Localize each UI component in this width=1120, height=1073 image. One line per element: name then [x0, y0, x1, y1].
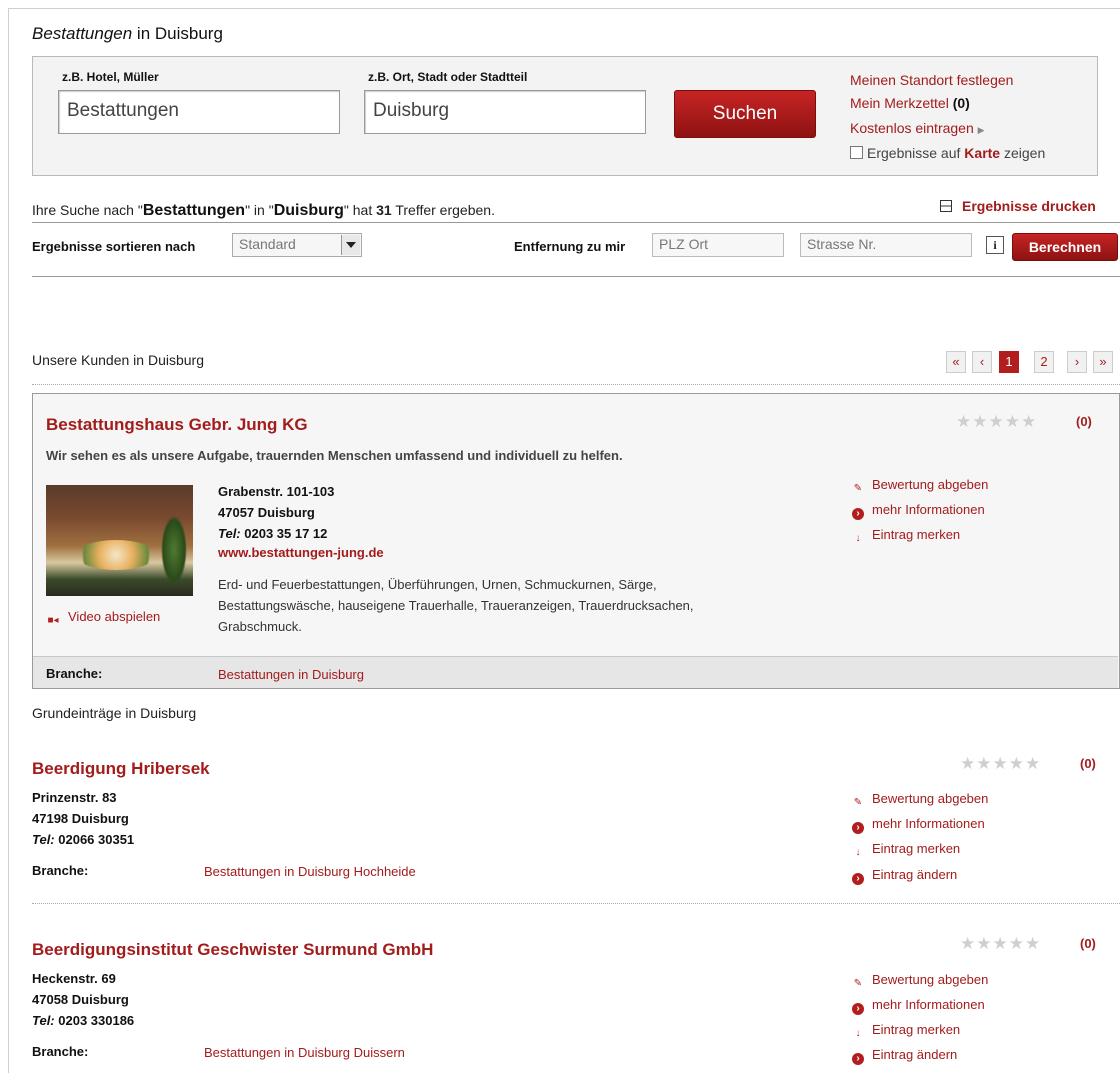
results-summary: Ihre Suche nach "Bestattungen" in "Duisb…	[32, 202, 495, 219]
page-next-button[interactable]: ›	[1067, 351, 1087, 373]
video-camera-icon: ■◂	[47, 615, 59, 626]
entry-name[interactable]: Beerdigungsinstitut Geschwister Surmund …	[32, 940, 433, 960]
featured-name[interactable]: Bestattungshaus Gebr. Jung KG	[46, 415, 308, 435]
featured-branche-bar	[33, 656, 1118, 688]
featured-address: Grabenstr. 101-103 47057 Duisburg Tel: 0…	[218, 484, 335, 541]
plz-input[interactable]: PLZ Ort	[652, 233, 784, 257]
branche-label: Branche:	[46, 666, 103, 681]
mehr-info-link[interactable]: › mehr Informationen	[852, 997, 985, 1015]
rating-count: (0)	[1080, 936, 1096, 951]
arrow-right-icon: ›	[852, 1053, 864, 1065]
where-label: z.B. Ort, Stadt oder Stadtteil	[368, 70, 528, 84]
merken-link[interactable]: ↓ Eintrag merken	[852, 1022, 961, 1040]
rating-count: (0)	[1080, 756, 1096, 771]
aendern-link[interactable]: › Eintrag ändern	[852, 1047, 957, 1065]
mehr-info-link[interactable]: › mehr Informationen	[852, 816, 985, 834]
arrow-right-icon: ›	[852, 873, 864, 885]
section-kunden: Unsere Kunden in Duisburg	[32, 352, 204, 368]
merken-link[interactable]: ↓ Eintrag merken	[852, 841, 961, 859]
bewertung-link[interactable]: ✎ Bewertung abgeben	[852, 791, 989, 809]
divider	[32, 222, 1120, 223]
page-prev-button[interactable]: ‹	[972, 351, 992, 373]
entry-address: Prinzenstr. 83 47198 Duisburg Tel: 02066…	[32, 790, 135, 847]
page-2-button[interactable]: 2	[1034, 351, 1054, 373]
print-link[interactable]: Ergebnisse drucken	[940, 198, 1096, 214]
arrow-right-icon: ›	[852, 822, 864, 834]
page-1-button[interactable]: 1	[999, 351, 1019, 373]
branche-link[interactable]: Bestattungen in Duisburg Hochheide	[204, 864, 416, 879]
pin-icon: ↓	[855, 1028, 861, 1039]
where-input[interactable]: Duisburg	[364, 90, 646, 134]
aendern-link[interactable]: › Eintrag ändern	[852, 867, 957, 885]
pin-icon: ↓	[855, 533, 861, 544]
chevron-down-icon[interactable]	[341, 235, 360, 255]
karte-toggle[interactable]: Ergebnisse auf Karte zeigen	[850, 145, 1045, 161]
entry-address: Heckenstr. 69 47058 Duisburg Tel: 0203 3…	[32, 971, 135, 1028]
edit-icon: ✎	[853, 483, 863, 494]
standort-link[interactable]: Meinen Standort festlegen	[850, 72, 1013, 88]
divider	[32, 276, 1120, 277]
distance-label: Entfernung zu mir	[514, 239, 626, 254]
branche-label: Branche:	[32, 863, 89, 878]
search-button[interactable]: Suchen	[674, 90, 816, 138]
merken-link[interactable]: ↓ Eintrag merken	[852, 527, 961, 545]
merkzettel-count: (0)	[952, 95, 970, 111]
branche-label: Branche:	[32, 1044, 89, 1059]
page-last-button[interactable]: »	[1093, 351, 1113, 373]
entry-name[interactable]: Beerdigung Hribersek	[32, 759, 210, 779]
printer-icon	[940, 200, 952, 212]
triangle-right-icon: ▶	[977, 125, 985, 135]
branche-link[interactable]: Bestattungen in Duisburg Duissern	[204, 1045, 405, 1060]
merkzettel-link[interactable]: Mein Merkzettel (0)	[850, 95, 970, 111]
info-icon[interactable]: i	[986, 236, 1004, 254]
arrow-right-icon: ›	[852, 1003, 864, 1015]
mehr-info-link[interactable]: › mehr Informationen	[852, 502, 985, 520]
page-title: Bestattungen in Duisburg	[32, 24, 223, 43]
featured-website-link[interactable]: www.bestattungen-jung.de	[218, 545, 384, 560]
edit-icon: ✎	[853, 978, 863, 989]
edit-icon: ✎	[853, 797, 863, 808]
bewertung-link[interactable]: ✎ Bewertung abgeben	[852, 477, 989, 495]
featured-description: Erd- und Feuerbestattungen, Überführunge…	[218, 577, 694, 634]
calc-button[interactable]: Berechnen	[1012, 233, 1118, 261]
sort-label: Ergebnisse sortieren nach	[32, 239, 196, 254]
page-first-button[interactable]: «	[946, 351, 966, 373]
rating-stars-icon[interactable]: ★★★★★	[960, 934, 1041, 954]
sort-select[interactable]: Standard	[232, 233, 362, 257]
featured-photo[interactable]	[46, 485, 193, 596]
pin-icon: ↓	[855, 847, 861, 858]
what-label: z.B. Hotel, Müller	[62, 70, 159, 84]
branche-link[interactable]: Bestattungen in Duisburg	[218, 667, 364, 682]
section-grund: Grundeinträge in Duisburg	[32, 705, 197, 721]
rating-stars-icon[interactable]: ★★★★★	[960, 754, 1041, 774]
street-input[interactable]: Strasse Nr.	[800, 233, 972, 257]
featured-slogan: Wir sehen es als unsere Aufgabe, trauern…	[46, 448, 623, 463]
video-link[interactable]: ■◂ Video abspielen	[46, 609, 160, 627]
arrow-right-icon: ›	[852, 508, 864, 520]
divider	[32, 903, 1120, 904]
what-input[interactable]: Bestattungen	[58, 90, 340, 134]
checkbox-icon[interactable]	[850, 146, 863, 159]
rating-count: (0)	[1076, 414, 1092, 429]
rating-stars-icon[interactable]: ★★★★★	[956, 412, 1037, 432]
eintragen-link[interactable]: Kostenlos eintragen ▶	[850, 120, 985, 136]
bewertung-link[interactable]: ✎ Bewertung abgeben	[852, 972, 989, 990]
divider	[32, 384, 1120, 385]
